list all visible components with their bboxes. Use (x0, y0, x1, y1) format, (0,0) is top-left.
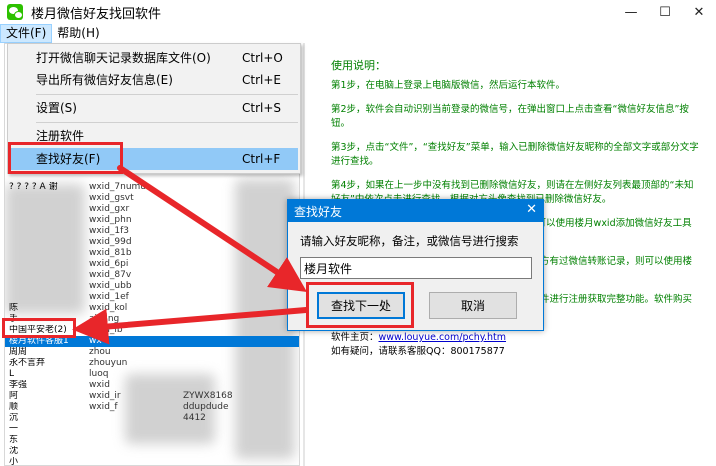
search-input[interactable] (300, 257, 532, 279)
help-heading: 使用说明： (331, 59, 386, 72)
dialog-title-bar: 查找好友 ✕ (288, 200, 543, 222)
menu-bar: 文件(F) 帮助(H) (0, 24, 716, 43)
window-title: 楼月微信好友找回软件 (31, 6, 162, 22)
list-cell-id: wxid_1f3 (89, 226, 130, 236)
list-cell-name: 沉 (9, 413, 19, 423)
list-cell-name: 周周 (9, 347, 28, 357)
menu-separator (36, 94, 298, 95)
list-cell-id: wx (89, 336, 102, 346)
list-cell-id: wxid_kol (89, 303, 128, 313)
list-item[interactable]: wxid_99d (5, 237, 299, 248)
list-cell-id: wxid_81b (89, 248, 132, 258)
list-cell-id: aiyang (89, 314, 120, 324)
list-cell-name: 沈 (9, 446, 19, 456)
annotation-box-menu (8, 142, 123, 174)
list-item[interactable]: Lluoq (5, 369, 299, 380)
dialog-title: 查找好友 (294, 204, 343, 219)
list-item[interactable]: 永不言弃 zhouyun (5, 358, 299, 369)
list-cell-id: wxid (89, 380, 110, 390)
contact-line: 如有疑问，请联系客服QQ：800175877 (331, 346, 505, 357)
help-step: 第1步，在电脑上登录上电脑版微信，然后运行本软件。 (331, 80, 566, 91)
wechat-app-icon (7, 4, 23, 20)
list-cell-id: wxid_1ef (89, 292, 129, 302)
list-cell-id: wxid_gxr (89, 204, 130, 214)
annotation-box-result (2, 318, 76, 338)
dialog-close-icon[interactable]: ✕ (526, 202, 537, 217)
list-cell-name: 小 (9, 457, 19, 466)
homepage-line: 软件主页：www.louyue.com/pchy.htm (331, 331, 701, 345)
list-item[interactable]: 李强 wxid (5, 380, 299, 391)
list-item[interactable]: wxid_87v (5, 270, 299, 281)
list-cell-id: zhouyun (89, 358, 128, 368)
list-cell-id: wxid_99d (89, 237, 132, 247)
list-item[interactable]: wxid_1f3 (5, 226, 299, 237)
minimize-icon[interactable]: — (614, 0, 648, 24)
list-cell-extra: ZYWX8168 (183, 391, 233, 401)
list-cell-id: wxid_f (89, 402, 118, 412)
list-cell-id: wxid_gsvt (89, 193, 134, 203)
list-cell-name: 东 (9, 435, 19, 445)
list-item[interactable]: 阿 wxid_ir ZYWX8168 (5, 391, 299, 402)
list-item[interactable]: 周周 zhou (5, 347, 299, 358)
list-item[interactable]: wxid_81b (5, 248, 299, 259)
list-cell-id: wxid_7numu (89, 182, 147, 192)
list-item[interactable]: 顺 wxid_f ddupdude (5, 402, 299, 413)
list-item[interactable]: 陈 wxid_kol (5, 303, 299, 314)
help-step: 第2步，软件会自动识别当前登录的微信号，在弹出窗口上点击查看“微信好友信息”按钮… (331, 104, 689, 129)
list-cell-id: wxid_87v (89, 270, 132, 280)
menu-separator (36, 122, 298, 123)
list-cell-name: 阿 (9, 391, 19, 401)
list-cell-id: wxid_ubb (89, 281, 132, 291)
list-cell-name: ? ? ? ? A 谢 (9, 182, 58, 192)
list-cell-id: wxid_ir (89, 391, 121, 401)
list-cell-name: 永不言弃 (9, 358, 46, 368)
cancel-button[interactable]: 取消 (429, 292, 517, 319)
list-item[interactable]: 东 (5, 435, 299, 446)
help-step: 第3步，点击“文件”，“查找好友”菜单，输入已删除微信好友昵称的全部文字或部分文… (331, 142, 699, 167)
menu-item-open-db[interactable]: 打开微信聊天记录数据库文件(O) Ctrl+O (10, 47, 298, 69)
list-item[interactable]: wxid_phn (5, 215, 299, 226)
list-cell-extra: ddupdude (183, 402, 229, 412)
list-item[interactable]: 小 (5, 457, 299, 466)
menu-item-export[interactable]: 导出所有微信好友信息(E) Ctrl+E (10, 69, 298, 91)
list-item[interactable]: 沈 (5, 446, 299, 457)
window-controls: — ☐ ✕ (614, 0, 716, 24)
list-item[interactable]: ? ? ? ? A 谢 wxid_7numu (5, 182, 299, 193)
menu-help[interactable]: 帮助(H) (52, 24, 104, 43)
list-cell-name: 一 (9, 424, 19, 434)
list-cell-id: luoq (89, 369, 109, 379)
list-item[interactable]: wxid_gsvt (5, 193, 299, 204)
list-cell-extra: 4412 (183, 413, 206, 423)
list-item[interactable]: wxid_ubb (5, 281, 299, 292)
title-bar: 楼月微信好友找回软件 — ☐ ✕ (0, 0, 716, 24)
dialog-prompt: 请输入好友昵称，备注，或微信号进行搜索 (300, 234, 519, 248)
list-cell-id: zhou (89, 347, 111, 357)
list-item[interactable]: wxid_gxr (5, 204, 299, 215)
list-cell-id: wxid_ib (89, 325, 123, 335)
annotation-box-find-button (306, 282, 414, 328)
maximize-icon[interactable]: ☐ (648, 0, 682, 24)
list-item[interactable]: wxid_1ef (5, 292, 299, 303)
list-item[interactable]: 一 (5, 424, 299, 435)
list-cell-name: 顺 (9, 402, 19, 412)
list-cell-id: wxid_6pi (89, 259, 129, 269)
list-cell-name: 李强 (9, 380, 28, 390)
list-cell-name: L (9, 369, 15, 379)
close-icon[interactable]: ✕ (682, 0, 716, 24)
list-cell-id: wxid_phn (89, 215, 132, 225)
homepage-label: 软件主页： (331, 332, 379, 343)
menu-file[interactable]: 文件(F) (0, 24, 53, 43)
list-cell-name: 陈 (9, 303, 19, 313)
list-item[interactable]: 沉 4412 (5, 413, 299, 424)
list-item[interactable]: wxid_6pi (5, 259, 299, 270)
homepage-link[interactable]: www.louyue.com/pchy.htm (379, 332, 507, 343)
menu-item-settings[interactable]: 设置(S) Ctrl+S (10, 97, 298, 119)
